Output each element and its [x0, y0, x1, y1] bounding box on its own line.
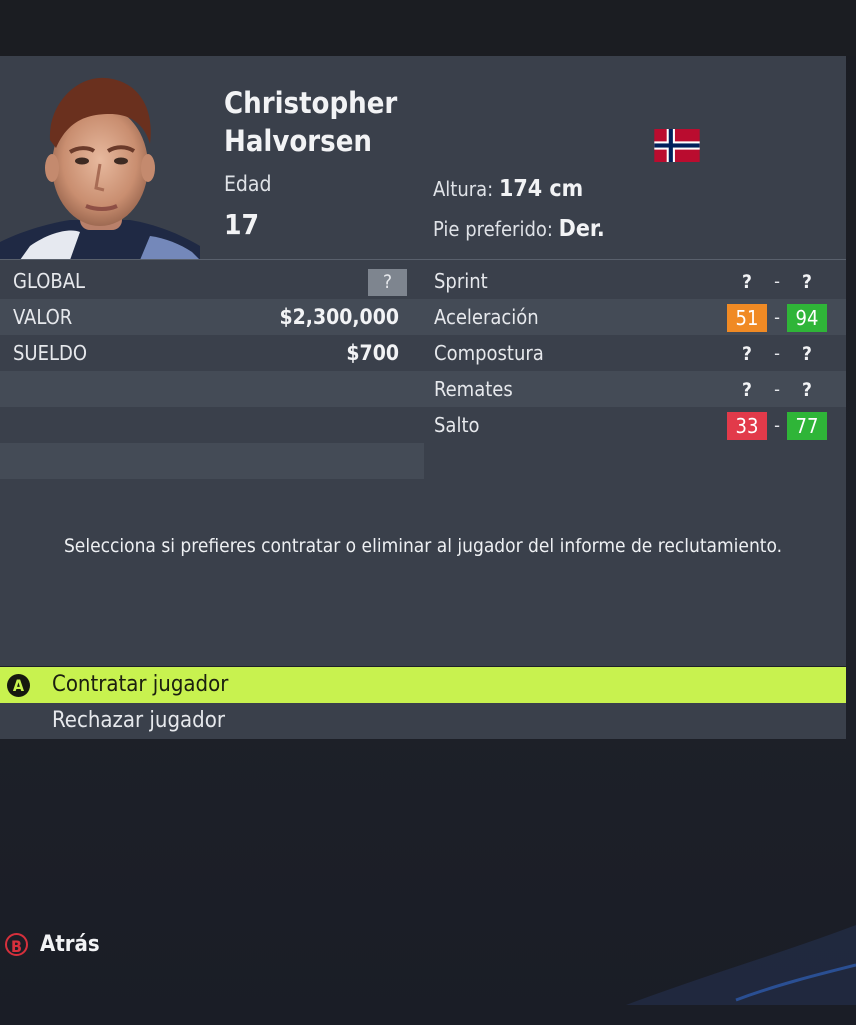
compostura-values: Compostura ? - ? [0, 335, 856, 371]
instruction-text: Selecciona si prefieres contratar o elim… [63, 535, 783, 557]
stat-label: Sprint [434, 269, 488, 293]
reject-player-option[interactable]: Rechazar jugador [0, 703, 846, 739]
stat-max-chip: 77 [787, 412, 827, 440]
background-streak [626, 925, 856, 1005]
remates-values: Remates ? - ? [0, 371, 856, 407]
stat-label: Remates [434, 377, 513, 401]
salto-values: Salto 33 - 77 [0, 407, 856, 443]
stat-label: Compostura [434, 341, 544, 365]
sprint-values: Sprint ? - ? [0, 263, 856, 299]
stat-max-chip: 94 [787, 304, 827, 332]
height-label: Altura: [433, 177, 494, 201]
foot-label: Pie preferido: [433, 217, 553, 241]
screen: Christopher Halvorsen Edad 17 Altura: 17… [0, 0, 856, 1025]
height-value: 174 cm [498, 176, 584, 202]
norway-flag-icon [649, 129, 705, 162]
empty-row [0, 443, 424, 479]
range-separator: - [774, 415, 780, 436]
b-button-icon: B [5, 933, 28, 956]
player-portrait [0, 56, 200, 260]
stat-max: ? [802, 343, 812, 365]
range-separator: - [774, 271, 780, 292]
a-button-icon: A [7, 674, 30, 697]
reject-player-label: Rechazar jugador [52, 708, 225, 733]
stat-min-chip: 51 [727, 304, 767, 332]
range-separator: - [774, 379, 780, 400]
height-info: Altura: 174 cm [433, 176, 583, 202]
hire-player-label: Contratar jugador [52, 672, 229, 697]
stat-label: Salto [434, 413, 480, 437]
stat-min-chip: 33 [727, 412, 767, 440]
header-divider [0, 259, 846, 260]
stat-label: Aceleración [434, 305, 539, 329]
foot-info: Pie preferido: Der. [433, 216, 605, 242]
player-name: Christopher Halvorsen [224, 84, 397, 160]
player-first-name: Christopher [224, 86, 398, 120]
stat-max: ? [802, 379, 812, 401]
foot-value: Der. [558, 216, 605, 242]
stat-min: ? [742, 271, 752, 293]
aceleracion-values: Aceleración 51 - 94 [0, 299, 856, 335]
stat-min: ? [742, 379, 752, 401]
hire-player-option[interactable]: A Contratar jugador [0, 667, 846, 703]
age-value: 17 [224, 208, 260, 241]
age-label: Edad [224, 172, 272, 196]
stat-min: ? [742, 343, 752, 365]
back-label: Atrás [40, 932, 100, 957]
stat-max: ? [802, 271, 812, 293]
range-separator: - [774, 343, 780, 364]
top-bar [0, 0, 856, 56]
range-separator: - [774, 307, 780, 328]
player-last-name: Halvorsen [224, 124, 372, 158]
